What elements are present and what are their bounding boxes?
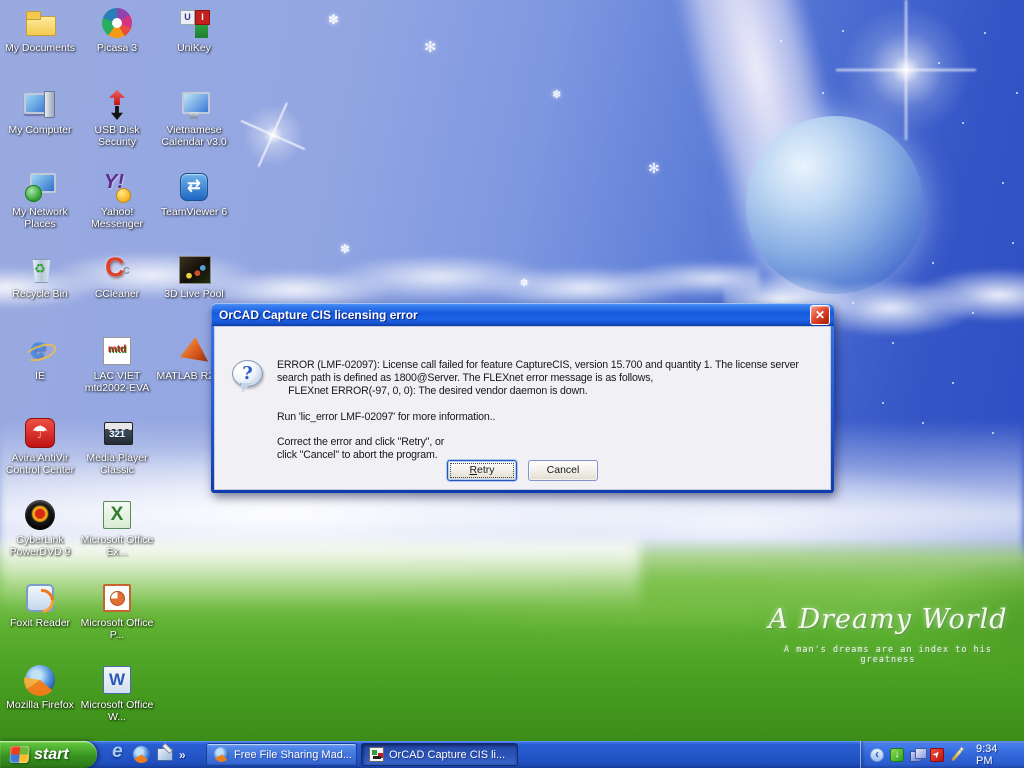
media-player-classic-icon [100, 416, 134, 450]
quick-launch-overflow-chevron-icon[interactable]: » [179, 748, 186, 762]
quick-launch-show-desktop-icon[interactable] [156, 746, 173, 763]
orcad-icon [369, 747, 384, 762]
question-bubble-icon [232, 360, 263, 387]
taskbar: start » Free File Sharing Mad... OrCAD C… [0, 741, 1024, 768]
wallpaper-title: A Dreamy World [768, 604, 1008, 635]
close-button[interactable] [810, 304, 830, 325]
display-settings-icon[interactable] [909, 747, 927, 763]
desktop-icon-media-player-classic[interactable]: Media Player Classic [79, 416, 155, 476]
matlab-icon [177, 334, 211, 368]
ccleaner-icon [100, 252, 134, 286]
start-button[interactable]: start [0, 741, 97, 768]
error-line: Run 'lic_error LMF-02097' for more infor… [277, 410, 496, 423]
dialog-titlebar[interactable]: OrCAD Capture CIS licensing error [211, 303, 834, 326]
desktop-icon-ie[interactable]: IE [2, 332, 78, 382]
desktop-icon-lac-viet[interactable]: LAC VIET mtd2002-EVA [79, 334, 155, 394]
powerpoint-icon [100, 581, 134, 615]
error-line: search path is defined as 1800@Server. T… [277, 371, 654, 384]
desktop-icon-picasa[interactable]: Picasa 3 [79, 6, 155, 54]
firefox-icon [23, 663, 57, 697]
wallpaper-subtitle: A man's dreams are an index to his great… [784, 645, 992, 665]
avira-umbrella-icon [23, 416, 57, 450]
start-label: start [34, 745, 69, 763]
desktop-icon-unikey[interactable]: UniKey [156, 6, 232, 54]
yahoo-messenger-icon [100, 170, 134, 204]
desktop-icon-firefox[interactable]: Mozilla Firefox [2, 663, 78, 711]
quick-launch-firefox-icon[interactable] [133, 746, 150, 763]
taskbar-button-free-file-sharing[interactable]: Free File Sharing Mad... [206, 743, 357, 766]
magic-wand-icon[interactable] [949, 745, 965, 763]
unikey-icon [177, 6, 211, 40]
recycle-bin-icon [23, 252, 57, 286]
orcad-license-error-dialog: OrCAD Capture CIS licensing error ERROR … [211, 303, 834, 493]
usb-disk-security-arrows-icon [100, 88, 134, 122]
desktop-icon-foxit-reader[interactable]: Foxit Reader [2, 581, 78, 629]
picasa-pinwheel-icon [100, 6, 134, 40]
error-message: ERROR (LMF-02097): License call failed f… [277, 359, 822, 462]
hide-icons-chevron-icon[interactable] [869, 747, 885, 763]
word-icon [100, 663, 134, 697]
desktop-icon-excel[interactable]: Microsoft Office Ex... [79, 498, 155, 558]
quick-launch-internet-explorer-icon[interactable] [110, 741, 127, 763]
desktop-icon-yahoo-messenger[interactable]: Yahoo! Messenger [79, 170, 155, 230]
tray-clock[interactable]: 9:34 PM [976, 743, 1024, 767]
retry-button[interactable]: Retry [447, 460, 517, 481]
remote-cursor-icon[interactable] [929, 747, 945, 763]
error-line: Correct the error and click "Retry", or [277, 436, 445, 449]
desktop-icon-3d-live-pool[interactable]: 3D Live Pool [156, 252, 232, 300]
desktop-icon-word[interactable]: Microsoft Office W... [79, 663, 155, 723]
firefox-icon [214, 747, 229, 762]
snowflake-icon: ✽ [552, 89, 562, 101]
desktop-icon-powerdvd[interactable]: CyberLink PowerDVD 9 [2, 498, 78, 558]
teamviewer-icon [177, 170, 211, 204]
error-line [277, 424, 822, 437]
3d-live-pool-icon [177, 252, 211, 286]
desktop-icon-my-computer[interactable]: My Computer [2, 88, 78, 136]
starburst-flake [236, 98, 310, 172]
taskbar-button-label: OrCAD Capture CIS li... [389, 748, 506, 761]
desktop-icon-teamviewer[interactable]: TeamViewer 6 [156, 170, 232, 218]
taskbar-button-orcad[interactable]: OrCAD Capture CIS li... [361, 743, 518, 766]
foxit-reader-icon [23, 581, 57, 615]
desktop-icon-avira[interactable]: Avira AntiVir Control Center [2, 416, 78, 476]
quick-launch-bar: » [104, 741, 204, 768]
error-line: FLEXnet ERROR(-97, 0, 0): The desired ve… [277, 384, 588, 397]
desktop-icon-ccleaner[interactable]: CCleaner [79, 252, 155, 300]
snowflake-icon: ✽ [328, 12, 339, 27]
desktop-icon-powerpoint[interactable]: Microsoft Office P... [79, 581, 155, 641]
error-line: ERROR (LMF-02097): License call failed f… [277, 359, 799, 371]
excel-icon [100, 498, 134, 532]
snowflake-icon: ✻ [424, 39, 437, 56]
taskbar-button-label: Free File Sharing Mad... [234, 748, 352, 761]
snowflake-icon: ✻ [648, 160, 660, 176]
dialog-body: ERROR (LMF-02097): License call failed f… [214, 326, 831, 490]
desktop-icon-my-documents[interactable]: My Documents [2, 6, 78, 54]
powerdvd-icon [23, 498, 57, 532]
windows-logo-icon [9, 746, 30, 763]
idm-downloader-icon[interactable] [889, 747, 905, 763]
my-computer-icon [23, 88, 57, 122]
desktop-icon-vietnamese-calendar[interactable]: Vietnamese Calendar v3.0 [156, 88, 232, 148]
internet-explorer-icon [23, 332, 57, 368]
system-tray: 9:34 PM [860, 741, 1024, 768]
vietnamese-calendar-monitor-icon [177, 88, 211, 122]
desktop-screen: ✽ ✻ ✽ ✻ ✽ ✻ ✽ A Dreamy World A man's dre… [0, 0, 1024, 768]
star-field [0, 0, 2, 2]
dialog-title: OrCAD Capture CIS licensing error [219, 307, 418, 322]
desktop-icon-my-network-places[interactable]: My Network Places [2, 170, 78, 230]
my-documents-folder-icon [23, 6, 57, 40]
desktop-icon-recycle-bin[interactable]: Recycle Bin [2, 252, 78, 300]
cancel-button[interactable]: Cancel [528, 460, 598, 481]
desktop-icon-usb-disk-security[interactable]: USB Disk Security [79, 88, 155, 148]
my-network-places-icon [23, 170, 57, 204]
error-line [277, 398, 822, 411]
lac-viet-dictionary-icon [100, 334, 134, 368]
